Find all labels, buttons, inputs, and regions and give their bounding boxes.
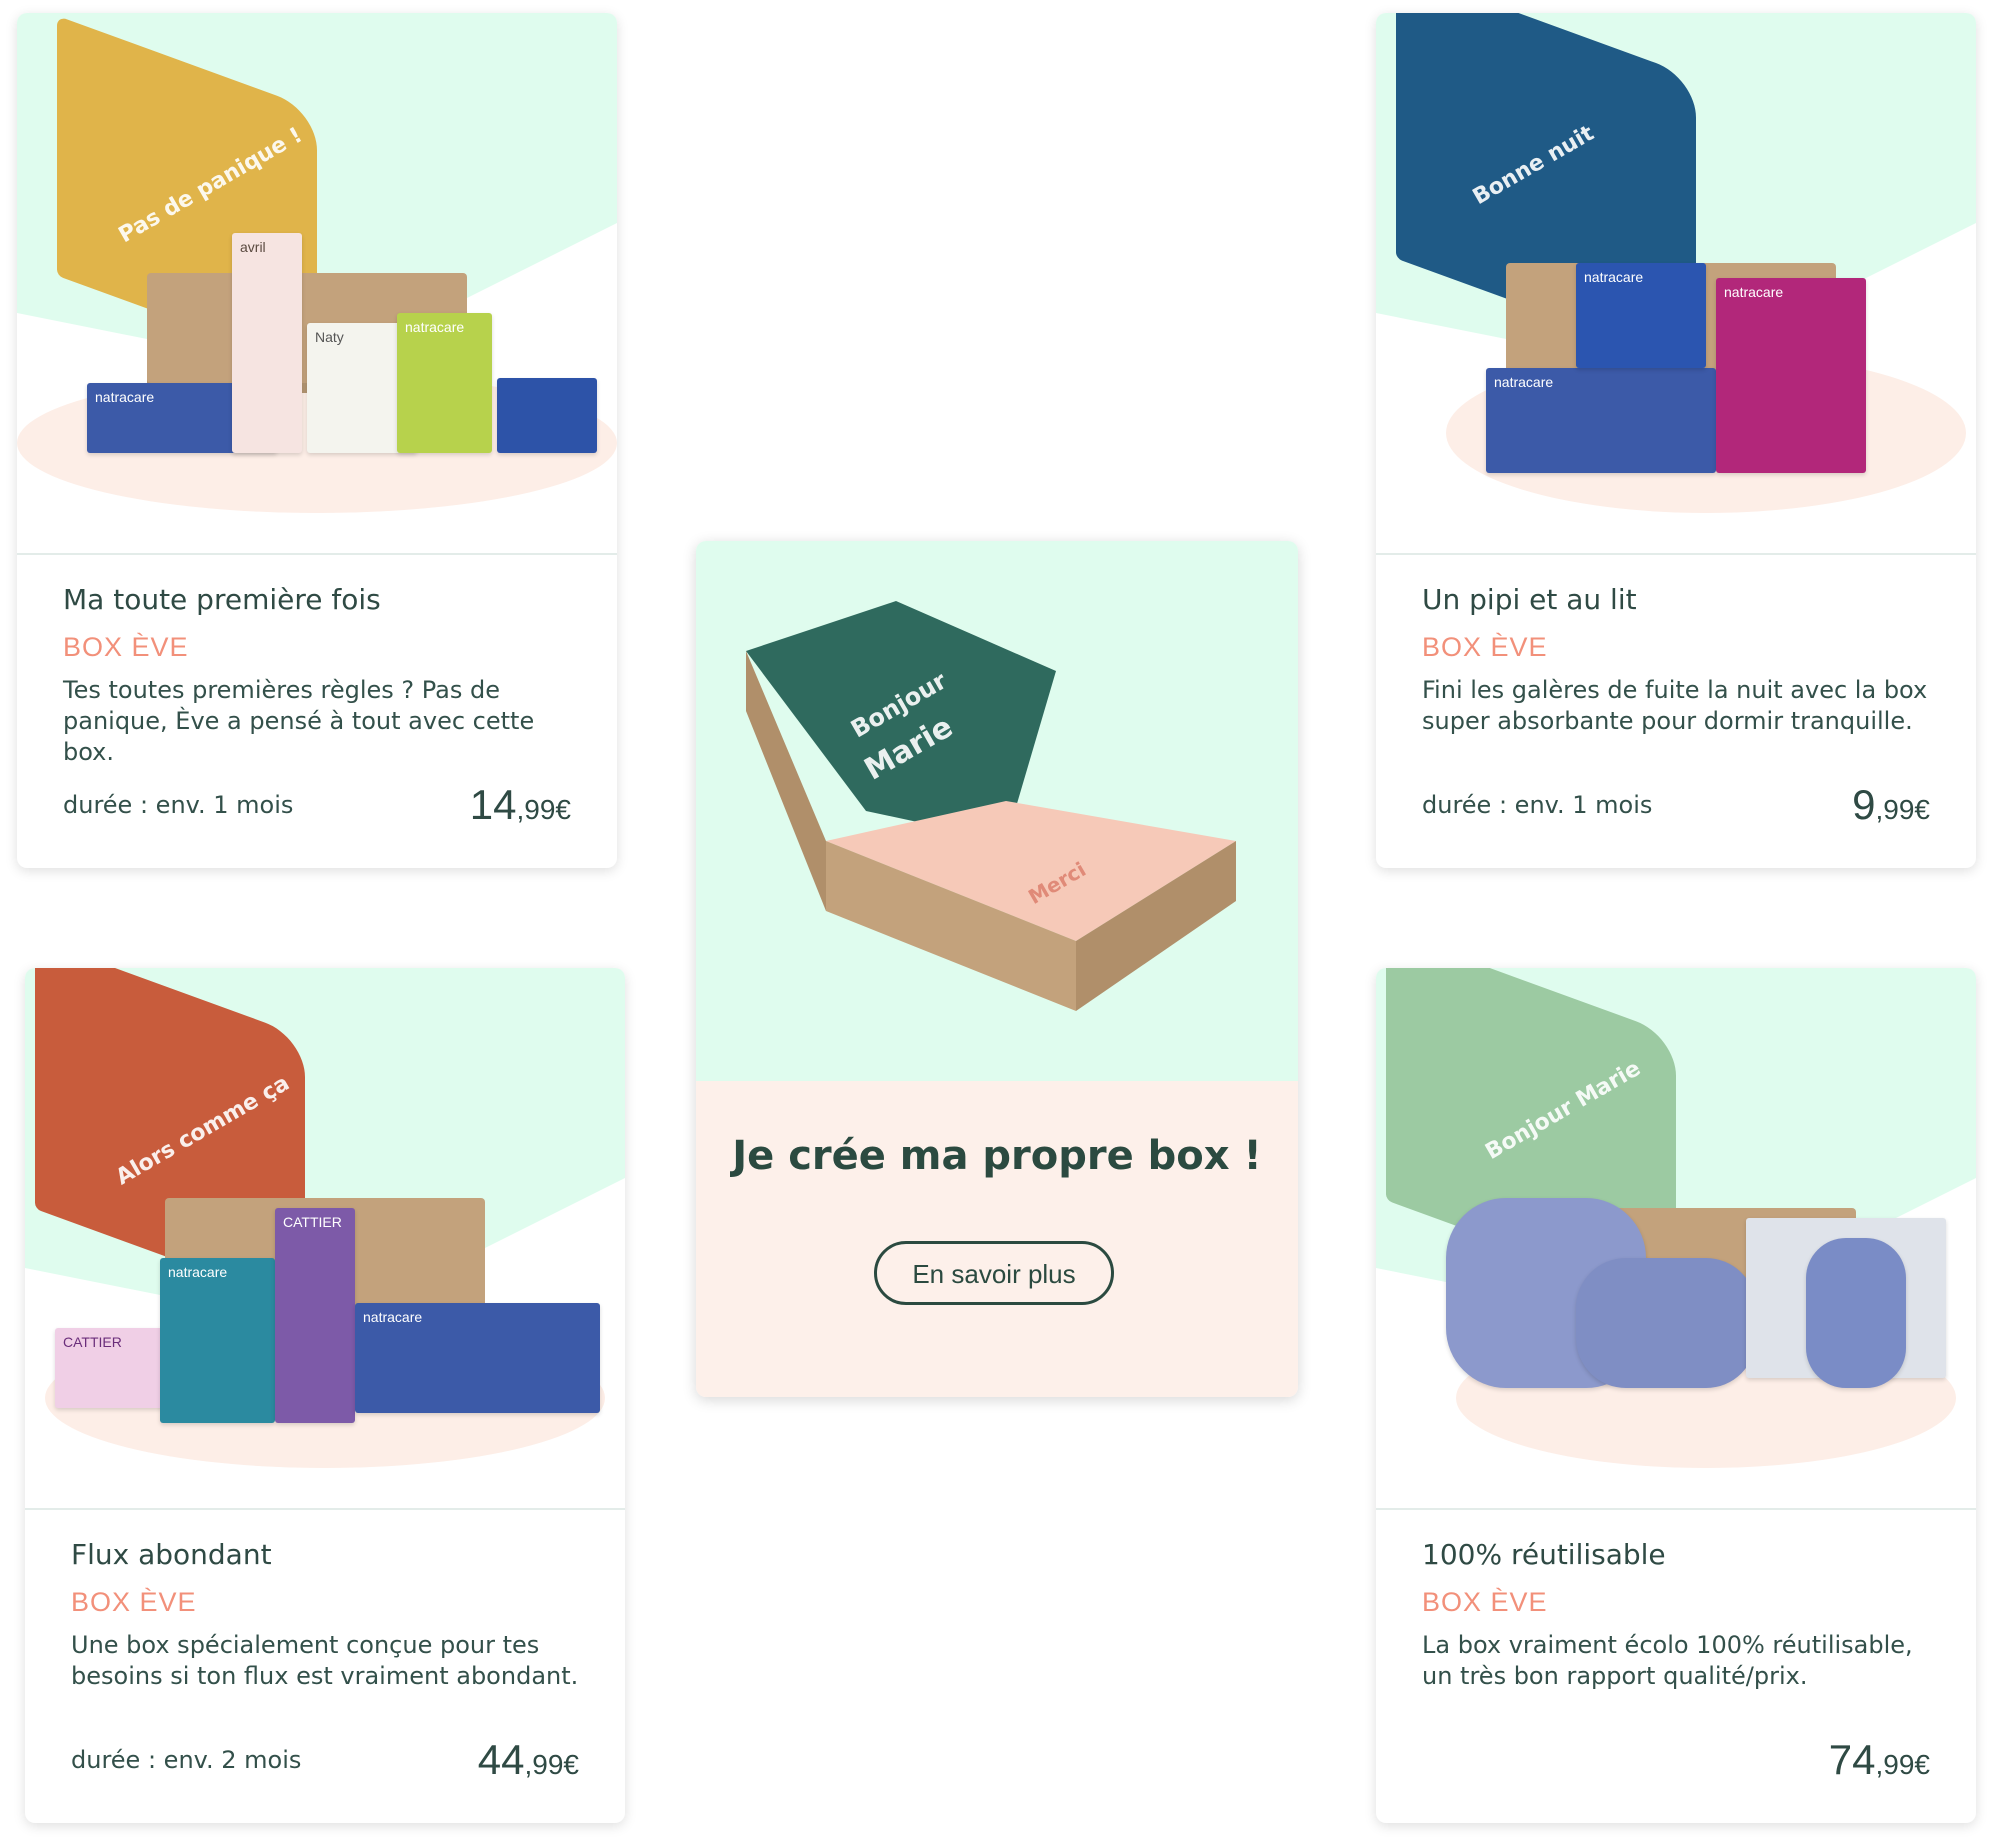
card-price: 74,99€ bbox=[1828, 1736, 1930, 1783]
product-natracare-liners: natracare bbox=[397, 313, 492, 453]
card-duration: durée : env. 1 mois bbox=[63, 791, 294, 819]
card-price: 9,99€ bbox=[1852, 781, 1930, 828]
card-brand: BOX ÈVE bbox=[63, 632, 189, 662]
product-natracare-tampons: natracare bbox=[355, 1303, 600, 1413]
product-cattier-toilette: CATTIER bbox=[275, 1208, 355, 1423]
card-price: 14,99€ bbox=[469, 781, 571, 828]
card-description: Fini les galères de fuite la nuit avec l… bbox=[1422, 676, 1928, 735]
product-image: Bonne nuit natracare natracare natracare bbox=[1376, 13, 1976, 555]
product-cloth-pad bbox=[1806, 1238, 1906, 1388]
product-cattier-bar: CATTIER bbox=[55, 1328, 165, 1408]
card-duration: durée : env. 2 mois bbox=[71, 1746, 302, 1774]
product-image: Pas de panique ! natracare avril Naty na… bbox=[17, 13, 617, 555]
product-card-reutilisable[interactable]: Bonjour Marie 100% réutilisable BOX ÈVE … bbox=[1376, 968, 1976, 1823]
box-illustration: Bonjour Marie bbox=[1376, 968, 1976, 1428]
custom-box-card[interactable]: Bonjour Marie Merci Je crée ma propre bo… bbox=[696, 541, 1298, 1397]
product-night-pads: natracare bbox=[1576, 263, 1706, 368]
product-card-flux-abondant[interactable]: Alors comme ça CATTIER natracare CATTIER… bbox=[25, 968, 625, 1823]
box-illustration: Pas de panique ! natracare avril Naty na… bbox=[17, 15, 617, 463]
product-natracare-tampons: natracare bbox=[1486, 368, 1716, 473]
box-illustration: Alors comme ça CATTIER natracare CATTIER… bbox=[25, 968, 625, 1428]
custom-box-image: Bonjour Marie Merci bbox=[696, 541, 1298, 1081]
card-brand: BOX ÈVE bbox=[1422, 632, 1548, 662]
product-card-pipi-au-lit[interactable]: Bonne nuit natracare natracare natracare… bbox=[1376, 13, 1976, 868]
product-natracare-pads: natracare bbox=[1716, 278, 1866, 473]
card-brand: BOX ÈVE bbox=[1422, 1587, 1548, 1617]
card-brand: BOX ÈVE bbox=[71, 1587, 197, 1617]
card-title[interactable]: Un pipi et au lit bbox=[1422, 583, 1930, 616]
product-cloth-pad bbox=[1576, 1258, 1756, 1388]
product-natracare-pads: natracare bbox=[160, 1258, 275, 1423]
product-card-premiere-fois[interactable]: Pas de panique ! natracare avril Naty na… bbox=[17, 13, 617, 868]
custom-box-illustration bbox=[746, 601, 1236, 1011]
card-description: Tes toutes premières règles ? Pas de pan… bbox=[63, 676, 535, 766]
card-title[interactable]: Ma toute première fois bbox=[63, 583, 571, 616]
card-price: 44,99€ bbox=[477, 1736, 579, 1783]
product-avril-gel: avril bbox=[232, 233, 302, 453]
card-title[interactable]: 100% réutilisable bbox=[1422, 1538, 1930, 1571]
card-description: La box vraiment écolo 100% réutilisable,… bbox=[1422, 1631, 1913, 1690]
learn-more-button[interactable]: En savoir plus bbox=[874, 1241, 1114, 1305]
custom-box-title: Je crée ma propre box ! bbox=[732, 1133, 1262, 1179]
box-illustration: Bonne nuit natracare natracare natracare bbox=[1376, 13, 1976, 473]
product-image: Alors comme ça CATTIER natracare CATTIER… bbox=[25, 968, 625, 1510]
card-description: Une box spécialement conçue pour tes bes… bbox=[71, 1631, 579, 1690]
product-wipes bbox=[497, 378, 597, 453]
product-image: Bonjour Marie bbox=[1376, 968, 1976, 1510]
card-title[interactable]: Flux abondant bbox=[71, 1538, 579, 1571]
card-duration: durée : env. 1 mois bbox=[1422, 791, 1653, 819]
